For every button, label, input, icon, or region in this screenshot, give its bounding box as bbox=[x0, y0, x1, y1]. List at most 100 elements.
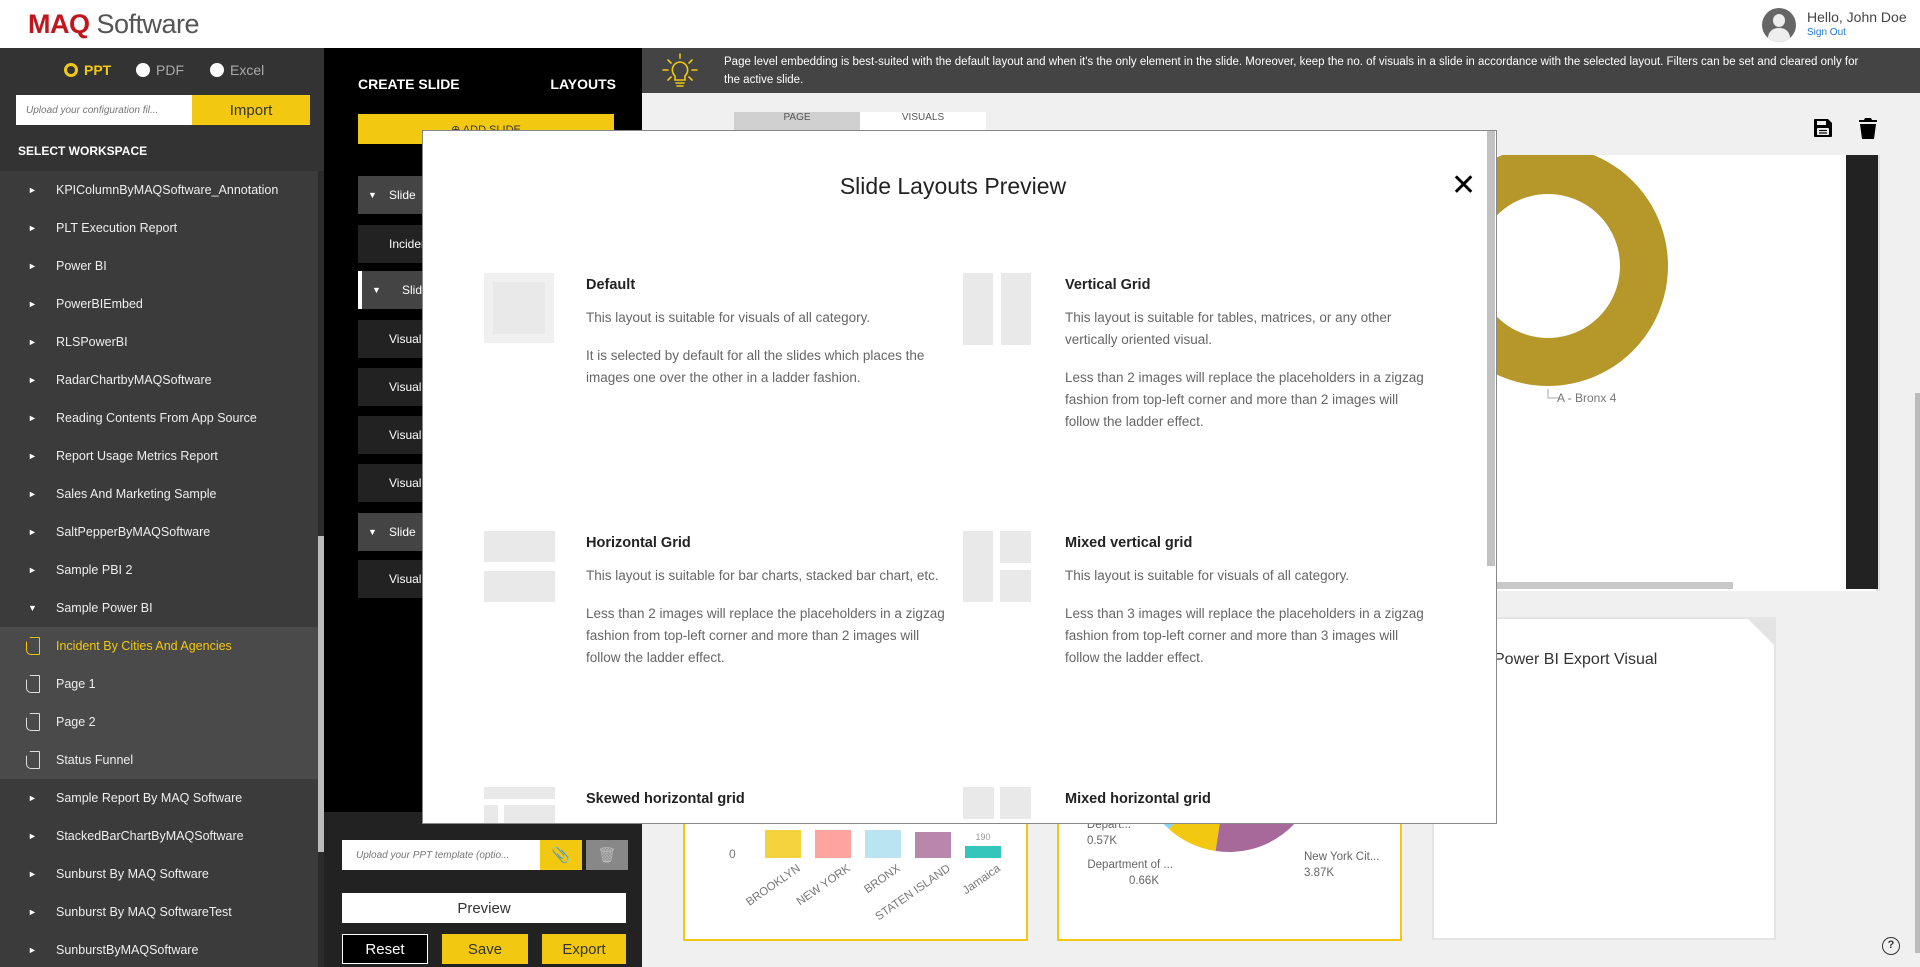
slide-row-label: Visual bbox=[389, 427, 422, 442]
caret-right-icon[interactable]: ► bbox=[28, 337, 37, 347]
page-icon bbox=[26, 713, 40, 731]
delete-template-button[interactable]: 🗑 bbox=[586, 840, 628, 870]
layout-name: Default bbox=[586, 277, 636, 293]
workspace-item[interactable]: ► SaltPepperByMAQSoftware bbox=[0, 513, 318, 551]
item-label: RadarChartbyMAQSoftware bbox=[56, 373, 212, 387]
workspace-item[interactable]: ► KPIColumnByMAQSoftware_Annotation bbox=[0, 171, 318, 209]
report-page-item[interactable]: Incident By Cities And Agencies bbox=[0, 627, 318, 665]
mixed-horizontal-grid-thumbnail-icon bbox=[963, 787, 1035, 823]
caret-right-icon[interactable]: ► bbox=[28, 185, 37, 195]
workspace-item[interactable]: ► StackedBarChartByMAQSoftware bbox=[0, 817, 318, 855]
layout-description: This layout is suitable for bar charts, … bbox=[586, 568, 945, 665]
trash-bin-icon[interactable] bbox=[1857, 116, 1879, 140]
caret-down-icon[interactable]: ▼ bbox=[372, 285, 381, 295]
caret-right-icon[interactable]: ► bbox=[28, 413, 37, 423]
caret-down-icon[interactable]: ▼ bbox=[368, 527, 377, 537]
config-file-input[interactable] bbox=[16, 95, 192, 125]
y-tick-label: 0 bbox=[729, 847, 736, 861]
radio-selected-icon bbox=[64, 63, 78, 77]
mixed-vertical-grid-thumbnail-icon bbox=[963, 531, 1035, 603]
caret-right-icon[interactable]: ► bbox=[28, 907, 37, 917]
sidebar-controls: PPT PDF Excel Import SELECT WORKSPACE bbox=[0, 48, 324, 171]
workspace-item[interactable]: ► Power BI bbox=[0, 247, 318, 285]
item-label: Sample PBI 2 bbox=[56, 563, 133, 577]
slice-value-label: 3.87K bbox=[1304, 867, 1334, 879]
workspace-item[interactable]: ► PLT Execution Report bbox=[0, 209, 318, 247]
format-radio-excel[interactable]: Excel bbox=[210, 62, 264, 78]
export-button[interactable]: Export bbox=[542, 934, 626, 964]
reset-button[interactable]: Reset bbox=[342, 934, 428, 964]
slice-label: New York Cit... bbox=[1304, 851, 1379, 863]
caret-right-icon[interactable]: ► bbox=[28, 527, 37, 537]
layout-name: Horizontal Grid bbox=[586, 535, 691, 551]
workspace-item[interactable]: ► Report Usage Metrics Report bbox=[0, 437, 318, 475]
import-button[interactable]: Import bbox=[192, 95, 310, 125]
caret-right-icon[interactable]: ► bbox=[28, 565, 37, 575]
format-radio-pdf[interactable]: PDF bbox=[136, 62, 184, 78]
item-label: PowerBIEmbed bbox=[56, 297, 143, 311]
item-label: Reading Contents From App Source bbox=[56, 411, 257, 425]
tab-page[interactable]: PAGE bbox=[734, 112, 860, 130]
item-label: StackedBarChartByMAQSoftware bbox=[56, 829, 244, 843]
report-page-item[interactable]: Page 1 bbox=[0, 665, 318, 703]
bar bbox=[965, 846, 1001, 858]
item-label: Sunburst By MAQ Software bbox=[56, 867, 209, 881]
bar bbox=[765, 830, 801, 858]
caret-down-icon[interactable]: ▼ bbox=[28, 603, 37, 613]
item-label: Sales And Marketing Sample bbox=[56, 487, 217, 501]
workspace-item[interactable]: ► PowerBIEmbed bbox=[0, 285, 318, 323]
attach-template-button[interactable]: 📎 bbox=[540, 840, 582, 870]
close-icon[interactable]: ✕ bbox=[1451, 171, 1476, 201]
item-label: PLT Execution Report bbox=[56, 221, 178, 235]
user-avatar-icon[interactable] bbox=[1762, 8, 1796, 42]
format-radio-ppt[interactable]: PPT bbox=[64, 62, 111, 78]
caret-right-icon[interactable]: ► bbox=[28, 299, 37, 309]
donut-label: A - Bronx 4 bbox=[1557, 391, 1617, 405]
layout-description: This layout is suitable for visuals of a… bbox=[1065, 568, 1424, 665]
workspace-item[interactable]: ► Reading Contents From App Source bbox=[0, 399, 318, 437]
workspace-item[interactable]: ▼ Sample Power BI bbox=[0, 589, 318, 627]
caret-right-icon[interactable]: ► bbox=[28, 831, 37, 841]
help-icon[interactable]: ? bbox=[1882, 937, 1900, 955]
slide-row-label: Slide bbox=[389, 187, 416, 202]
workspace-item[interactable]: ► Sales And Marketing Sample bbox=[0, 475, 318, 513]
preview-button[interactable]: Preview bbox=[342, 893, 626, 923]
caret-right-icon[interactable]: ► bbox=[28, 945, 37, 955]
ppt-template-input[interactable] bbox=[342, 840, 540, 870]
save-icon[interactable] bbox=[1812, 117, 1834, 139]
workspace-item[interactable]: ► Sunburst By MAQ SoftwareTest bbox=[0, 893, 318, 931]
workspace-item[interactable]: ► RLSPowerBI bbox=[0, 323, 318, 361]
visual-horizontal-scrollbar[interactable] bbox=[1497, 582, 1733, 589]
workspace-list: ► KPIColumnByMAQSoftware_Annotation ► PLT E… bbox=[0, 171, 318, 967]
radio-unselected-icon bbox=[210, 63, 224, 77]
item-label: KPIColumnByMAQSoftware_Annotation bbox=[56, 183, 279, 197]
caret-right-icon[interactable]: ► bbox=[28, 793, 37, 803]
caret-right-icon[interactable]: ► bbox=[28, 375, 37, 385]
caret-right-icon[interactable]: ► bbox=[28, 489, 37, 499]
visual-dark-strip bbox=[1846, 155, 1878, 589]
workspace-item[interactable]: ► Sample PBI 2 bbox=[0, 551, 318, 589]
caret-right-icon[interactable]: ► bbox=[28, 869, 37, 879]
workspace-item[interactable]: ► RadarChartbyMAQSoftware bbox=[0, 361, 318, 399]
main-vertical-scrollbar[interactable] bbox=[1915, 393, 1920, 953]
x-tick-label: BROOKLYN bbox=[744, 863, 803, 909]
sign-out-link[interactable]: Sign Out bbox=[1807, 27, 1846, 38]
item-label: Power BI bbox=[56, 259, 107, 273]
modal-scrollbar[interactable] bbox=[1487, 131, 1495, 566]
workspace-item[interactable]: ► Sunburst By MAQ Software bbox=[0, 855, 318, 893]
layouts-link[interactable]: LAYOUTS bbox=[550, 76, 616, 92]
caret-right-icon[interactable]: ► bbox=[28, 261, 37, 271]
report-page-item[interactable]: Status Funnel bbox=[0, 741, 318, 779]
checkmark-corner-icon[interactable] bbox=[1748, 619, 1774, 645]
workspace-item[interactable]: ► SunburstByMAQSoftware bbox=[0, 931, 318, 967]
caret-down-icon[interactable]: ▼ bbox=[368, 190, 377, 200]
workspace-item[interactable]: ► Sample Report By MAQ Software bbox=[0, 779, 318, 817]
caret-right-icon[interactable]: ► bbox=[28, 451, 37, 461]
x-tick-label: Jamaica bbox=[961, 862, 1003, 897]
x-tick-label: BRONX bbox=[862, 862, 903, 895]
report-page-item[interactable]: Page 2 bbox=[0, 703, 318, 741]
donut-chart-top: A - Bronx 4 bbox=[1497, 155, 1668, 405]
caret-right-icon[interactable]: ► bbox=[28, 223, 37, 233]
tab-visuals[interactable]: VISUALS bbox=[860, 112, 986, 130]
save-button[interactable]: Save bbox=[442, 934, 528, 964]
